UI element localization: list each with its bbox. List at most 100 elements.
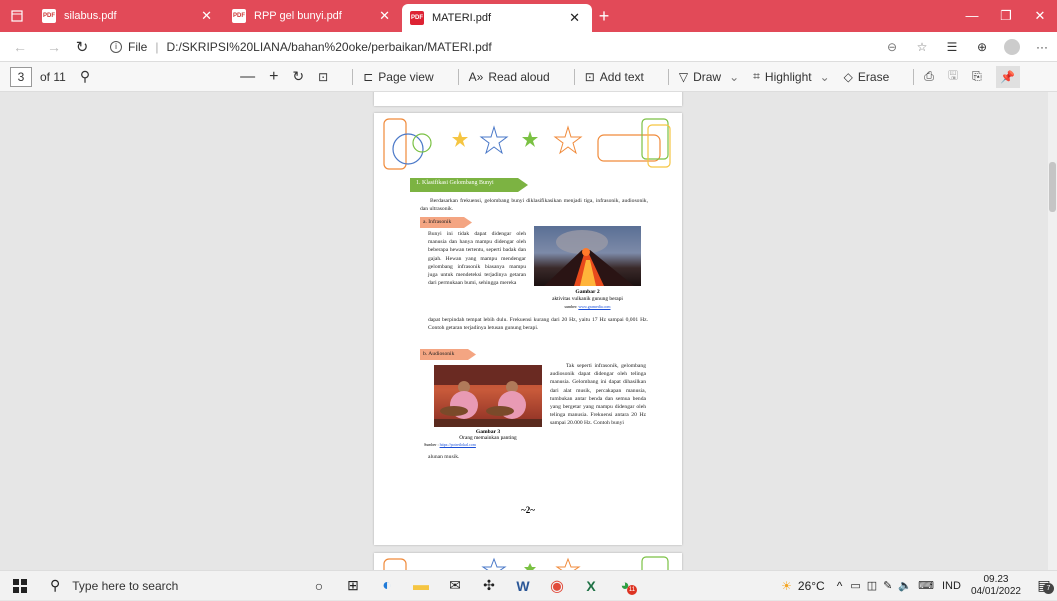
figure-2-caption: aktivitas vulkanik gunung berapi bbox=[552, 296, 623, 302]
scheme-label: File bbox=[128, 39, 148, 54]
tab-materi[interactable]: PDF MATERI.pdf ✕ bbox=[402, 4, 592, 32]
keyboard-icon[interactable]: ⌨ bbox=[918, 579, 934, 592]
new-tab-button[interactable]: + bbox=[592, 0, 616, 32]
add-text-icon: ⊡ bbox=[584, 69, 595, 84]
pdf-icon: PDF bbox=[42, 9, 56, 23]
excel-icon[interactable]: X bbox=[574, 578, 608, 594]
highlight-button[interactable]: ⌗ Highlight ⌄ bbox=[753, 69, 830, 84]
rotate-icon[interactable]: ↻ bbox=[292, 68, 304, 85]
scrollbar-thumb[interactable] bbox=[1049, 162, 1056, 212]
add-text-button[interactable]: ⊡ Add text bbox=[585, 70, 644, 84]
notification-center-icon[interactable]: ▤ 7 bbox=[1031, 577, 1057, 594]
minimize-icon[interactable]: — bbox=[955, 0, 989, 32]
save-as-icon[interactable]: ⎘ bbox=[972, 69, 982, 84]
close-icon[interactable]: ✕ bbox=[569, 10, 580, 26]
tab-silabus[interactable]: PDF silabus.pdf ✕ bbox=[34, 0, 224, 32]
eraser-icon: ◇ bbox=[843, 69, 853, 84]
section-title: 1. Klasifikasi Gelombang Bunyi bbox=[416, 180, 494, 186]
site-info[interactable]: i File bbox=[110, 40, 147, 54]
clock-time: 09.23 bbox=[983, 573, 1009, 585]
search-icon: ⚲ bbox=[50, 577, 61, 593]
address-bar: ← → ↻ i File | D:/SKRIPSI%20LIANA/bahan%… bbox=[0, 32, 1057, 62]
close-icon[interactable]: ✕ bbox=[379, 8, 390, 24]
forward-icon[interactable]: → bbox=[40, 39, 68, 55]
taskbar-search-input[interactable]: Type here to search bbox=[72, 579, 178, 593]
figure-2-title: Gambar 2 bbox=[575, 289, 600, 295]
search-icon[interactable]: ⚲ bbox=[80, 68, 90, 85]
tab-actions-icon[interactable] bbox=[0, 0, 34, 32]
more-icon[interactable]: ··· bbox=[1027, 40, 1057, 54]
chrome-profile-icon[interactable]: ◕ 11 bbox=[608, 577, 642, 595]
zoom-icon[interactable]: ⊖ bbox=[877, 40, 907, 54]
read-aloud-icon: A» bbox=[468, 69, 484, 84]
tab-label: silabus.pdf bbox=[64, 10, 117, 22]
weather-icon[interactable]: ☀ bbox=[781, 579, 792, 593]
info-icon: i bbox=[110, 40, 122, 53]
save-icon[interactable]: 🖫 bbox=[948, 66, 958, 87]
url-text[interactable]: D:/SKRIPSI%20LIANA/bahan%20oke/perbaikan… bbox=[166, 40, 491, 54]
page-number: ~2~ bbox=[521, 505, 535, 515]
back-icon[interactable]: ← bbox=[0, 39, 40, 55]
windows-start-icon[interactable] bbox=[0, 578, 40, 593]
dropbox-icon[interactable]: ✣ bbox=[472, 577, 506, 594]
pdf-viewer[interactable]: 1. Klasifikasi Gelombang Bunyi Berdasark… bbox=[0, 92, 1057, 570]
tab-rpp[interactable]: PDF RPP gel bunyi.pdf ✕ bbox=[224, 0, 402, 32]
figure-3-source: Sumber : https://potretlokal.com bbox=[424, 442, 476, 447]
infrasonik-paragraph: Bunyi ini tidak dapat didengar oleh manu… bbox=[428, 231, 526, 287]
chevron-down-icon[interactable]: ⌄ bbox=[729, 70, 739, 84]
pdf-toolbar: 3 of 11 ⚲ — + ↻ ⊡ ⊏ Page view A» Read alou… bbox=[0, 62, 1057, 92]
close-icon[interactable]: ✕ bbox=[201, 8, 212, 24]
decorative-border-icon bbox=[383, 118, 671, 170]
zoom-in-icon[interactable]: + bbox=[269, 68, 278, 86]
read-aloud-button[interactable]: A» Read aloud bbox=[469, 70, 550, 84]
language-indicator[interactable]: IND bbox=[942, 580, 961, 592]
erase-button[interactable]: ◇ Erase bbox=[844, 70, 890, 84]
favorite-icon[interactable]: ☆ bbox=[907, 40, 937, 54]
page-view-button[interactable]: ⊏ Page view bbox=[363, 70, 433, 84]
print-icon[interactable]: ⎙ bbox=[924, 69, 934, 84]
refresh-icon[interactable]: ↻ bbox=[68, 38, 96, 56]
intro-paragraph: Berdasarkan frekuensi, gelombang bunyi d… bbox=[420, 198, 648, 213]
window-controls: — ❐ ✕ bbox=[955, 0, 1057, 32]
pen-icon[interactable]: ✎ bbox=[883, 579, 892, 592]
figure-2-source-link[interactable]: www.gramedia.com bbox=[578, 304, 610, 309]
edge-icon[interactable]: ◐ bbox=[370, 577, 404, 595]
tab-label: RPP gel bunyi.pdf bbox=[254, 10, 342, 22]
volume-icon[interactable]: 🔈 bbox=[898, 579, 912, 592]
taskbar-search[interactable]: ⚲ Type here to search bbox=[40, 571, 302, 601]
decorative-border-icon bbox=[383, 556, 669, 570]
draw-button[interactable]: ▽ Draw ⌄ bbox=[679, 70, 739, 84]
fit-page-icon[interactable]: ⊡ bbox=[318, 70, 328, 84]
figure-3-caption: Orang memainkan panting bbox=[459, 435, 517, 441]
file-explorer-icon[interactable]: ▬ bbox=[404, 577, 438, 595]
clock[interactable]: 09.23 04/01/2022 bbox=[971, 574, 1021, 598]
favorites-bar-icon[interactable]: ☰ bbox=[937, 40, 967, 54]
zoom-out-icon[interactable]: — bbox=[240, 68, 255, 85]
restore-icon[interactable]: ❐ bbox=[989, 0, 1023, 32]
battery-icon[interactable]: ▭ bbox=[850, 579, 860, 592]
word-icon[interactable]: W bbox=[506, 578, 540, 594]
close-window-icon[interactable]: ✕ bbox=[1023, 0, 1057, 32]
cortana-icon[interactable]: ○ bbox=[302, 578, 336, 594]
taskbar: ⚲ Type here to search ○ ⊞ ◐ ▬ ✉ ✣ W ◉ X … bbox=[0, 570, 1057, 600]
profile-avatar[interactable] bbox=[997, 38, 1027, 55]
weather-temp[interactable]: 26°C bbox=[798, 579, 825, 593]
task-view-icon[interactable]: ⊞ bbox=[336, 577, 370, 594]
pin-toolbar-icon[interactable]: 📌 bbox=[995, 65, 1020, 88]
pdf-page: 1. Klasifikasi Gelombang Bunyi Berdasark… bbox=[374, 113, 682, 545]
chevron-down-icon[interactable]: ⌄ bbox=[820, 70, 830, 84]
notification-badge: 11 bbox=[627, 585, 637, 595]
clock-date: 04/01/2022 bbox=[970, 585, 1021, 597]
infrasonik-continued: dapat berpindah tempat lebih dulu. Freku… bbox=[428, 317, 648, 332]
mail-icon[interactable]: ✉ bbox=[438, 577, 472, 594]
figure-3-source-link[interactable]: https://potretlokal.com bbox=[440, 442, 476, 447]
chrome-icon[interactable]: ◉ bbox=[540, 576, 574, 596]
audiosonik-continued: alunan musik. bbox=[428, 454, 460, 460]
volcano-image bbox=[534, 226, 641, 286]
page-number-input[interactable]: 3 bbox=[10, 66, 32, 87]
pdf-icon: PDF bbox=[410, 11, 424, 25]
chevron-up-icon[interactable]: ^ bbox=[837, 579, 843, 593]
network-icon[interactable]: ◫ bbox=[867, 579, 877, 592]
vertical-scrollbar[interactable] bbox=[1048, 92, 1057, 570]
collections-icon[interactable]: ⊕ bbox=[967, 40, 997, 54]
